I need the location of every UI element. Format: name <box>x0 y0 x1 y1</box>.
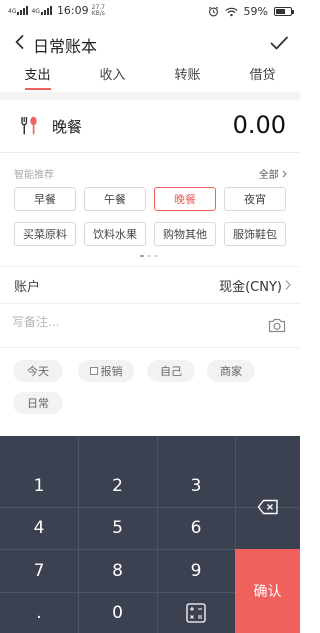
category-chip[interactable]: 购物其他 <box>154 222 216 246</box>
confirm-button[interactable]: 确认 <box>235 549 300 633</box>
tag-reimburse[interactable]: 报销 <box>78 360 134 382</box>
category-chip[interactable]: 夜宵 <box>224 187 286 211</box>
page-title[interactable]: 日常账本 <box>33 33 97 57</box>
show-all-link[interactable]: 全部 <box>259 166 288 181</box>
signal-indicator-1: 4G <box>8 6 29 15</box>
chevron-right-icon <box>285 280 291 290</box>
confirm-check-icon[interactable] <box>268 32 290 54</box>
recommend-title: 智能推荐 <box>14 170 54 181</box>
alarm-icon <box>208 6 218 17</box>
category-chip[interactable]: 饮料水果 <box>84 222 146 246</box>
tag-merchant[interactable]: 商家 <box>207 360 255 382</box>
calculator-key[interactable] <box>157 592 235 633</box>
category-chip[interactable]: 服饰鞋包 <box>224 222 286 246</box>
tag-today[interactable]: 今天 <box>13 360 63 382</box>
tab-income[interactable]: 收入 <box>75 64 150 90</box>
key-8[interactable]: 8 <box>78 549 157 592</box>
section-divider <box>0 92 300 100</box>
calculator-icon <box>186 602 206 623</box>
signal-indicator-2: 4G <box>31 6 52 15</box>
clock: 16:09 <box>56 4 89 17</box>
category-chips: 早餐 午餐 晚餐 夜宵 买菜原料 饮料水果 购物其他 服饰鞋包 <box>14 187 288 246</box>
key-3[interactable]: 3 <box>157 465 235 507</box>
key-7[interactable]: 7 <box>0 549 78 592</box>
battery-icon <box>274 7 294 16</box>
account-row[interactable]: 账户 现金(CNY) <box>0 266 300 304</box>
category-chip[interactable]: 午餐 <box>84 187 146 211</box>
tab-transfer[interactable]: 转账 <box>150 64 225 90</box>
tab-loan[interactable]: 借贷 <box>225 64 300 90</box>
backspace-key[interactable] <box>235 465 300 549</box>
battery-percent: 59% <box>243 5 268 18</box>
key-0[interactable]: 0 <box>78 592 157 633</box>
category-chip[interactable]: 买菜原料 <box>14 222 76 246</box>
key-4[interactable]: 4 <box>0 507 78 549</box>
backspace-icon <box>257 499 278 515</box>
tag-daily[interactable]: 日常 <box>13 392 63 414</box>
selected-category: 晚餐 <box>52 118 83 136</box>
chevron-right-icon <box>282 170 287 178</box>
status-bar: 4G 4G 16:09 27.7 KB/s 59% <box>0 0 300 24</box>
divider <box>0 152 300 153</box>
back-arrow-icon[interactable] <box>10 32 30 52</box>
key-1[interactable]: 1 <box>0 465 78 507</box>
fork-spoon-icon <box>21 116 37 135</box>
account-value: 现金(CNY) <box>219 280 282 295</box>
network-speed: 27.7 KB/s <box>91 3 105 17</box>
key-6[interactable]: 6 <box>157 507 235 549</box>
key-9[interactable]: 9 <box>157 549 235 592</box>
amount-display: 0.00 <box>232 111 286 139</box>
type-tabs: 支出 收入 转账 借贷 <box>0 64 300 90</box>
page-indicator <box>140 255 158 257</box>
key-2[interactable]: 2 <box>78 465 157 507</box>
tag-self[interactable]: 自己 <box>147 360 195 382</box>
category-chip-selected[interactable]: 晚餐 <box>154 187 216 211</box>
account-label: 账户 <box>14 280 41 295</box>
wifi-icon <box>225 7 238 16</box>
camera-icon[interactable] <box>268 317 286 333</box>
checkbox[interactable] <box>89 367 98 375</box>
header: 日常账本 <box>0 26 300 60</box>
note-row <box>0 303 300 348</box>
note-input[interactable] <box>12 315 242 329</box>
key-5[interactable]: 5 <box>78 507 157 549</box>
tab-expense[interactable]: 支出 <box>0 64 75 90</box>
amount-entry-row[interactable]: 晚餐 0.00 <box>0 100 300 152</box>
category-chip[interactable]: 早餐 <box>14 187 76 211</box>
key-decimal[interactable]: . <box>0 592 78 633</box>
